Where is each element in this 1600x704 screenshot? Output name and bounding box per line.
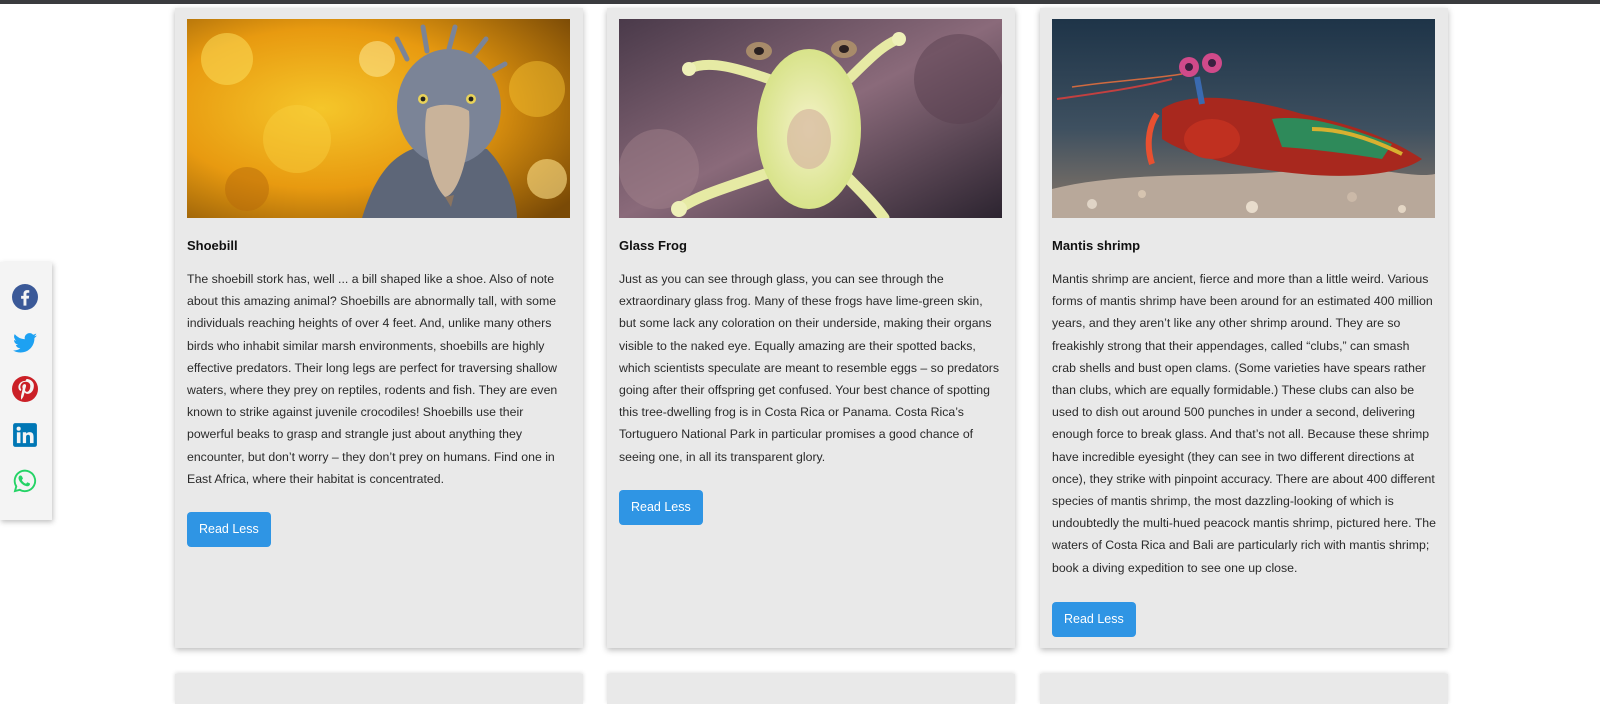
next-card-partial [1040,674,1448,704]
pinterest-icon [12,376,38,402]
animal-card-mantis-shrimp: Mantis shrimp Mantis shrimp are ancient,… [1040,8,1448,648]
whatsapp-share-button[interactable] [12,468,38,494]
card-description: Just as you can see through glass, you c… [619,272,1000,464]
card-title: Shoebill [187,238,238,253]
card-title: Mantis shrimp [1052,238,1141,253]
shoebill-image [187,19,570,218]
twitter-share-button[interactable] [12,330,38,356]
card-description: The shoebill stork has, well ... a bill … [187,272,558,486]
linkedin-share-button[interactable] [12,422,38,448]
mantis-shrimp-image [1052,19,1435,218]
animal-card-shoebill: Shoebill The shoebill stork has, well ..… [175,8,583,648]
glass-frog-image [619,19,1002,218]
next-card-partial [175,674,583,704]
card-title: Glass Frog [619,238,687,253]
read-less-button[interactable]: Read Less [1052,602,1136,637]
twitter-icon [13,333,37,353]
card-description: Mantis shrimp are ancient, fierce and mo… [1052,272,1436,575]
top-bar [0,0,1600,4]
share-sidebar [0,262,52,520]
read-less-button[interactable]: Read Less [187,512,271,547]
next-card-partial [607,674,1015,704]
pinterest-share-button[interactable] [12,376,38,402]
facebook-share-button[interactable] [12,284,38,310]
read-less-button[interactable]: Read Less [619,490,703,525]
animal-card-glass-frog: Glass Frog Just as you can see through g… [607,8,1015,648]
facebook-icon [12,284,38,310]
whatsapp-icon [13,469,37,493]
linkedin-icon [13,423,37,447]
